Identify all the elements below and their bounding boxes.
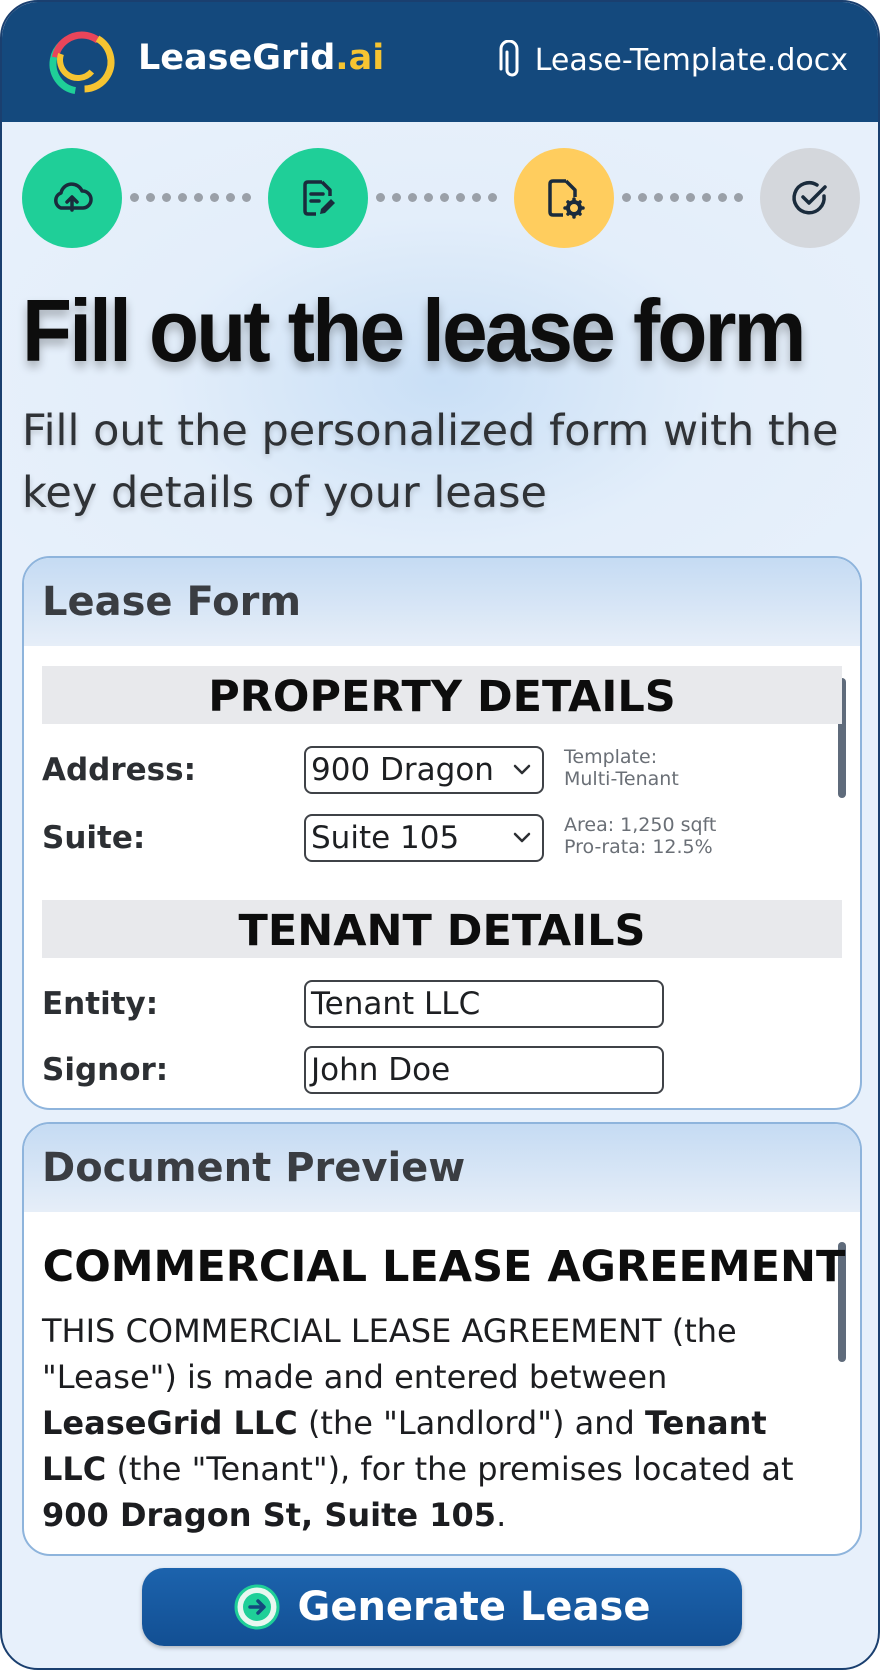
brand-name: LeaseGrid.ai xyxy=(138,38,385,78)
entity-label: Entity: xyxy=(42,986,159,1022)
document-settings-icon xyxy=(548,179,585,219)
suite-meta: Area: 1,250 sqft Pro-rata: 12.5% xyxy=(564,814,717,858)
suite-value: Suite 105 xyxy=(311,820,460,856)
tenant-details-heading: TENANT DETAILS xyxy=(42,900,842,958)
premises-address: 900 Dragon St, Suite 105 xyxy=(42,1496,497,1534)
address-value: 900 Dragon xyxy=(311,752,494,788)
chevron-down-icon xyxy=(513,832,531,843)
paperclip-icon xyxy=(499,40,519,77)
arrow-circle-right-icon xyxy=(234,1584,280,1630)
app-window: LeaseGrid.ai Lease-Template.docx Fill ou… xyxy=(0,0,880,1670)
file-name: Lease-Template.docx xyxy=(534,42,848,78)
check-circle-icon xyxy=(792,181,827,215)
document-preview-card: Document Preview COMMERCIAL LEASE AGREEM… xyxy=(22,1122,862,1556)
address-label: Address: xyxy=(42,752,196,788)
document-preview-header: Document Preview xyxy=(24,1124,860,1212)
chevron-down-icon xyxy=(513,764,531,775)
signor-input[interactable]: John Doe xyxy=(304,1046,664,1094)
page-title: Fill out the lease form xyxy=(22,281,806,380)
step-edit[interactable] xyxy=(268,148,368,248)
attached-file[interactable]: Lease-Template.docx xyxy=(499,40,848,80)
cloud-upload-icon xyxy=(54,182,93,212)
document-body: THIS COMMERCIAL LEASE AGREEMENT (the "Le… xyxy=(42,1312,794,1534)
logo-icon xyxy=(49,31,115,95)
step-configure[interactable] xyxy=(514,148,614,248)
suite-select[interactable]: Suite 105 xyxy=(304,814,544,862)
step-upload[interactable] xyxy=(22,148,122,248)
document-edit-icon xyxy=(303,180,335,216)
step-connector xyxy=(622,193,743,203)
landlord-name: LeaseGrid LLC xyxy=(42,1404,298,1442)
suite-label: Suite: xyxy=(42,820,146,856)
document-preview-title: Document Preview xyxy=(42,1145,466,1191)
document-title: COMMERCIAL LEASE AGREEMENT xyxy=(42,1242,846,1292)
address-meta: Template: Multi-Tenant xyxy=(564,746,679,790)
step-connector xyxy=(130,193,251,203)
entity-input[interactable]: Tenant LLC xyxy=(304,980,664,1028)
property-details-heading: PROPERTY DETAILS xyxy=(42,666,842,724)
app-header: LeaseGrid.ai Lease-Template.docx xyxy=(2,2,878,122)
signor-label: Signor: xyxy=(42,1052,169,1088)
step-connector xyxy=(376,193,497,203)
progress-stepper xyxy=(2,148,878,252)
step-finish[interactable] xyxy=(760,148,860,248)
generate-lease-button[interactable]: Generate Lease xyxy=(142,1568,742,1646)
lease-form-title: Lease Form xyxy=(42,579,302,625)
lease-form-header: Lease Form xyxy=(24,558,860,646)
lease-form-card: Lease Form PROPERTY DETAILS Address: 900… xyxy=(22,556,862,1110)
address-select[interactable]: 900 Dragon xyxy=(304,746,544,794)
page-subtitle: Fill out the personalized form with the … xyxy=(22,406,839,518)
generate-lease-label: Generate Lease xyxy=(297,1584,651,1630)
